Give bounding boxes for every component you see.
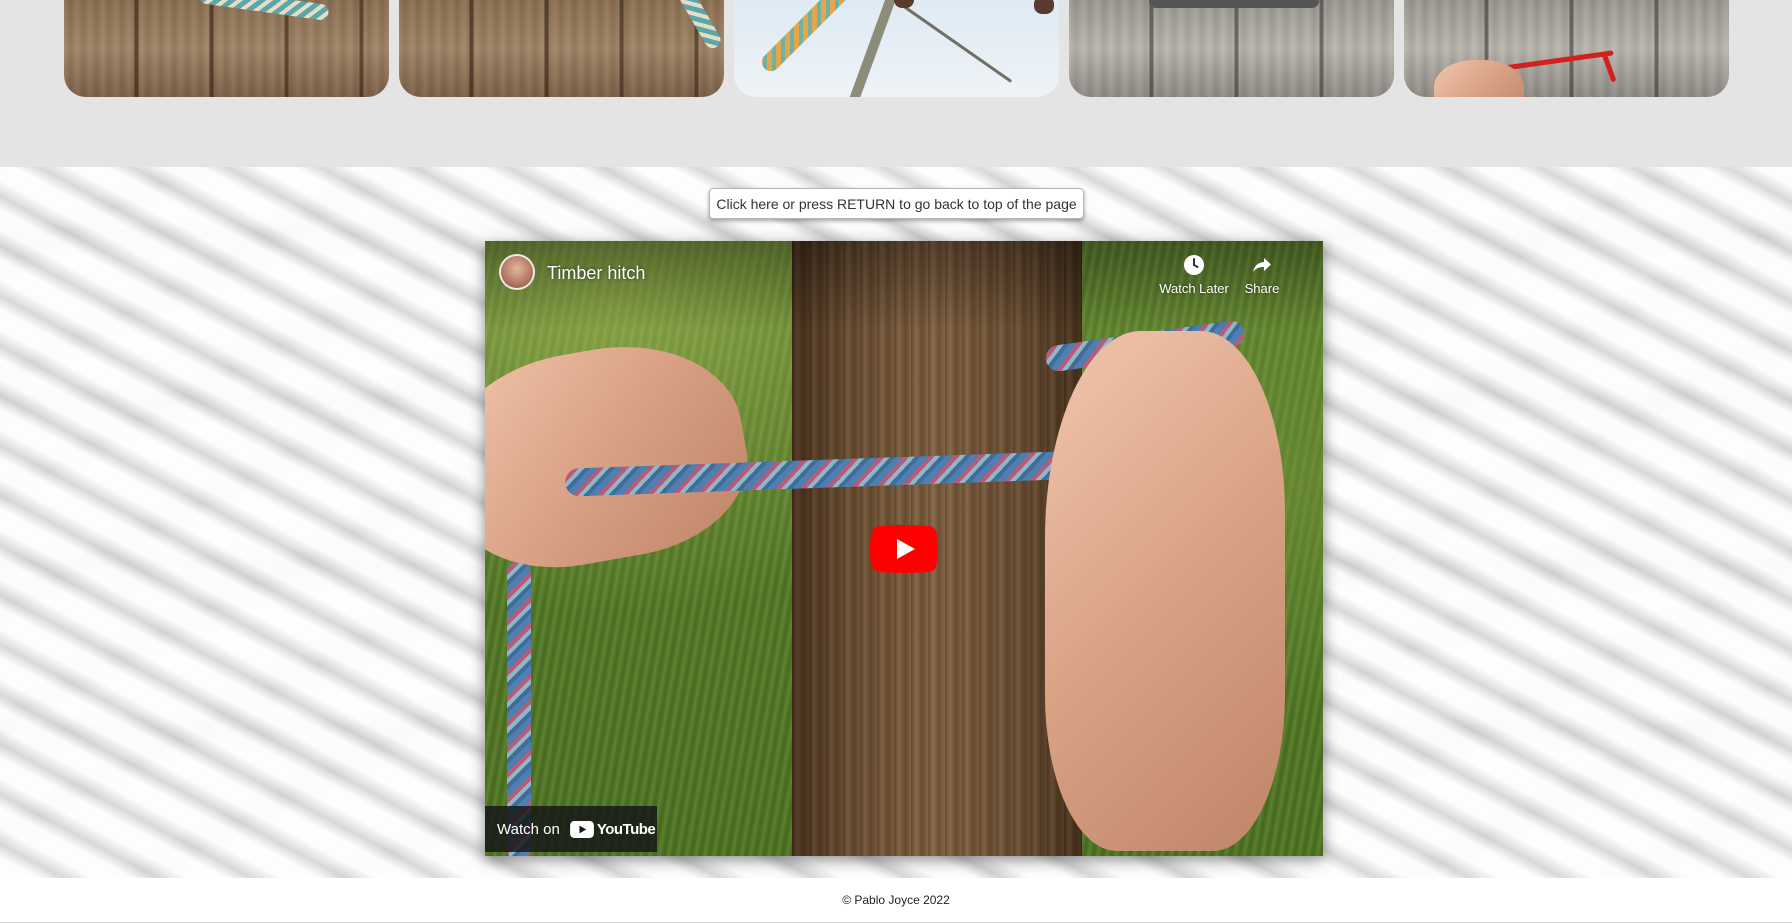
gallery-thumbnail-2[interactable] <box>399 0 724 97</box>
share-label: Share <box>1244 281 1280 296</box>
share-arrow-icon <box>1253 258 1271 272</box>
rope-detail <box>1149 0 1319 8</box>
youtube-wordmark: YouTube <box>596 820 656 838</box>
right-hand <box>1045 331 1285 851</box>
footer-divider <box>0 922 1792 923</box>
frame-joint <box>1034 0 1054 14</box>
play-button[interactable] <box>870 525 938 573</box>
video-title[interactable]: Timber hitch <box>547 263 645 284</box>
gallery-thumbnail-5[interactable] <box>1404 0 1729 97</box>
back-to-top-button[interactable]: Click here or press RETURN to go back to… <box>709 188 1084 219</box>
watch-later-button[interactable]: Watch Later <box>1152 253 1236 303</box>
gallery-thumbnail-4[interactable] <box>1069 0 1394 97</box>
watch-on-label: Watch on <box>497 820 560 838</box>
clock-icon <box>1184 255 1204 275</box>
youtube-play-icon <box>569 820 594 838</box>
rope-on-wood-image <box>399 0 724 97</box>
video-player[interactable]: Timber hitch Watch Later Share Watch on … <box>485 241 1323 856</box>
play-icon <box>870 525 938 573</box>
channel-avatar[interactable] <box>499 254 535 290</box>
gallery-thumbnail-1[interactable] <box>64 0 389 97</box>
copyright-text: © Pablo Joyce 2022 <box>842 893 950 907</box>
footer: © Pablo Joyce 2022 <box>0 878 1792 924</box>
watch-on-youtube-button[interactable]: Watch on YouTube <box>485 806 657 852</box>
watch-later-label: Watch Later <box>1159 281 1229 296</box>
share-button[interactable]: Share <box>1232 253 1292 303</box>
gallery-thumbnail-3[interactable] <box>734 0 1059 97</box>
image-gallery <box>0 0 1792 167</box>
rope-on-wood-image <box>64 0 389 97</box>
rope-on-wood-image <box>1069 0 1394 97</box>
youtube-logo: YouTube <box>569 820 656 838</box>
